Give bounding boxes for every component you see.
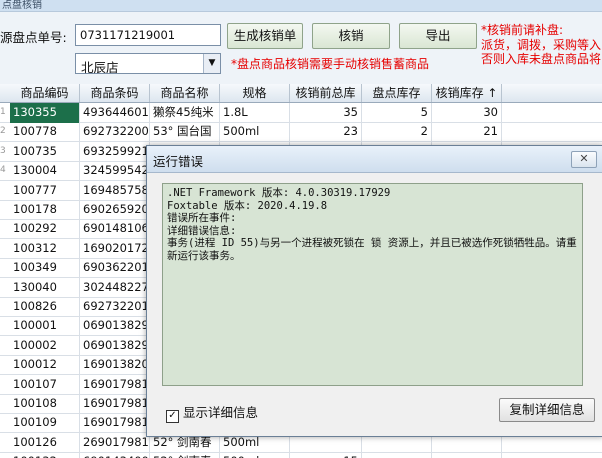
cell-name[interactable]: 53° 国台国 (150, 122, 220, 143)
cell-count-stock[interactable] (362, 452, 432, 458)
error-line-framework: .NET Framework 版本: 4.0.30319.17929 (167, 187, 391, 199)
cell-count-stock[interactable]: 5 (362, 103, 432, 123)
cell-code[interactable]: 100778 (10, 122, 80, 143)
cell-barcode[interactable]: 1690201720 (80, 238, 150, 259)
col-header-barcode[interactable]: 商品条码 (80, 84, 150, 102)
note-line-2: 否则入库未盘点商品将 (481, 52, 602, 66)
cell-barcode[interactable]: 0690138292 (80, 335, 150, 356)
cell-barcode[interactable]: 1694857580 (80, 180, 150, 201)
grid-header: 商品编码 商品条码 商品名称 规格 核销前总库 盘点库存 核销库存 ↑ (0, 84, 602, 103)
checkbox-checked-icon[interactable]: ✓ (166, 410, 179, 423)
row-marker: 3 (0, 145, 6, 156)
note-manual: *盘点商品核销需要手动核销售蓄商品 (231, 57, 430, 71)
cell-code[interactable]: 100312 (10, 238, 80, 259)
cell-barcode[interactable]: 6903622013 (80, 258, 150, 279)
cell-barcode[interactable]: 6901481065 (80, 219, 150, 240)
cell-code[interactable]: 130355 (10, 103, 80, 123)
cell-code[interactable]: 100777 (10, 180, 80, 201)
close-icon[interactable]: ✕ (571, 151, 597, 168)
cell-code[interactable]: 100826 (10, 297, 80, 317)
order-label: 源盘点单号: (0, 30, 67, 45)
show-details-checkbox[interactable]: ✓ 显示详细信息 (166, 402, 258, 423)
order-number-input[interactable]: 0731171219001 (75, 24, 221, 46)
table-row[interactable]: 2 100778 6927322008 53° 国台国 500ml 23 2 21 (0, 122, 602, 143)
col-header-name[interactable]: 商品名称 (150, 84, 220, 102)
cell-code[interactable]: 100108 (10, 394, 80, 414)
cell-barcode[interactable]: 3245995426 (80, 161, 150, 182)
table-row[interactable]: 100132690143400452° 剑南春500ml15 (0, 452, 602, 458)
row-marker: 4 (0, 165, 6, 176)
export-button[interactable]: 导出 (399, 23, 477, 49)
error-line-detail: 事务(进程 ID 55)与另一个进程被死锁在 锁 资源上，并且已被选作死锁牺牲品… (167, 237, 577, 262)
cell-barcode[interactable]: 4936446010 (80, 103, 150, 123)
cell-code[interactable]: 100735 (10, 141, 80, 162)
cell-barcode[interactable]: 6927322008 (80, 122, 150, 143)
cell-code[interactable]: 100109 (10, 413, 80, 434)
cell-pre-total[interactable]: 35 (290, 103, 362, 123)
cell-barcode[interactable]: 6901434004 (80, 452, 150, 458)
store-select-value: 北辰店 (81, 60, 119, 75)
row-marker: 1 (0, 107, 6, 117)
copy-details-button[interactable]: 复制详细信息 (499, 398, 595, 422)
col-header-writeoff-stock[interactable]: 核销库存 ↑ (432, 84, 502, 102)
cell-barcode[interactable]: 1690138200 (80, 355, 150, 376)
cell-barcode[interactable]: 6927322010 (80, 297, 150, 317)
cell-spec[interactable]: 500ml (220, 122, 290, 143)
cell-barcode[interactable]: 1690179819 (80, 413, 150, 434)
cell-code[interactable]: 100132 (10, 452, 80, 458)
cell-code[interactable]: 130004 (10, 161, 80, 182)
cell-writeoff-stock[interactable] (432, 452, 502, 458)
cell-pre-total[interactable]: 23 (290, 122, 362, 143)
error-dialog: 运行错误 ✕ .NET Framework 版本: 4.0.30319.1792… (146, 145, 602, 437)
error-message-box[interactable]: .NET Framework 版本: 4.0.30319.17929 Foxta… (162, 183, 583, 386)
cell-code[interactable]: 100012 (10, 355, 80, 376)
cell-code[interactable]: 100178 (10, 200, 80, 220)
error-line-detail-heading: 详细错误信息: (167, 224, 237, 237)
cell-barcode[interactable]: 1690179813 (80, 374, 150, 395)
cell-barcode[interactable]: 3024482270 (80, 277, 150, 298)
window-title: 点盘核销 (0, 0, 602, 12)
writeoff-button[interactable]: 核销 (312, 23, 390, 49)
cell-writeoff-stock[interactable]: 30 (432, 103, 502, 123)
cell-count-stock[interactable]: 2 (362, 122, 432, 143)
cell-name[interactable]: 獭祭45纯米 (150, 103, 220, 123)
col-header-pre-total[interactable]: 核销前总库 (290, 84, 362, 102)
cell-barcode[interactable]: 1690179813 (80, 394, 150, 414)
cell-barcode[interactable]: 2690179810 (80, 432, 150, 453)
dialog-title: 运行错误 (153, 154, 204, 169)
col-header-spec[interactable]: 规格 (220, 84, 290, 102)
cell-code[interactable]: 100126 (10, 432, 80, 453)
chevron-down-icon[interactable]: ▼ (203, 54, 220, 73)
row-marker: 2 (0, 126, 6, 137)
cell-barcode[interactable]: 6932599213 (80, 141, 150, 162)
error-line-foxtable: Foxtable 版本: 2020.4.19.8 (167, 199, 328, 212)
note-header: *核销前请补盘: (481, 23, 564, 37)
cell-pre-total[interactable]: 15 (290, 452, 362, 458)
generate-writeoff-button[interactable]: 生成核销单 (227, 23, 303, 49)
cell-spec[interactable]: 500ml (220, 452, 290, 458)
note-line-1: 派货，调拨，采购等入 (481, 38, 602, 52)
cell-code[interactable]: 100107 (10, 374, 80, 395)
cell-name[interactable]: 52° 剑南春 (150, 452, 220, 458)
cell-code[interactable]: 100001 (10, 316, 80, 337)
cell-writeoff-stock[interactable]: 21 (432, 122, 502, 143)
col-header-code[interactable]: 商品编码 (10, 84, 80, 102)
show-details-label: 显示详细信息 (183, 405, 259, 420)
cell-spec[interactable]: 1.8L (220, 103, 290, 123)
cell-code[interactable]: 100002 (10, 335, 80, 356)
col-header-count-stock[interactable]: 盘点库存 (362, 84, 432, 102)
cell-barcode[interactable]: 0690138290 (80, 316, 150, 337)
table-row[interactable]: 1 130355 4936446010 獭祭45纯米 1.8L 35 5 30 (0, 103, 602, 123)
cell-code[interactable]: 130040 (10, 277, 80, 298)
cell-barcode[interactable]: 6902659201 (80, 200, 150, 220)
store-select[interactable]: 北辰店 ▼ (75, 53, 221, 75)
error-line-event: 错误所在事件: (167, 212, 237, 224)
cell-code[interactable]: 100292 (10, 219, 80, 240)
cell-code[interactable]: 100349 (10, 258, 80, 279)
dialog-titlebar: 运行错误 ✕ (147, 146, 602, 173)
